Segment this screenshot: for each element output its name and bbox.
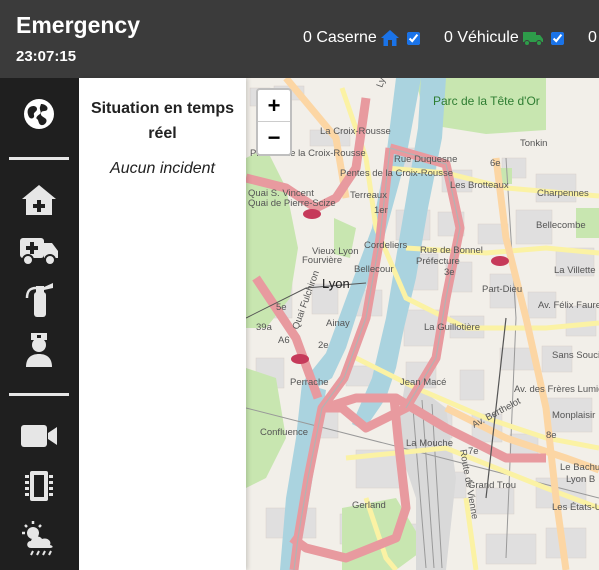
map-label: 5e — [276, 302, 287, 313]
sidebar-separator — [9, 157, 69, 160]
map-label: Ainay — [326, 318, 350, 329]
map[interactable]: Parc de la Tête d'Or La Croix-Rousse Pla… — [246, 78, 599, 570]
map-label: Bellecour — [354, 264, 394, 275]
map-tiles[interactable]: Parc de la Tête d'Or La Croix-Rousse Pla… — [246, 78, 599, 570]
map-label: La Mouche — [406, 438, 453, 449]
top-bar: Emergency 23:07:15 0 Caserne 0 Véhicule … — [0, 0, 599, 78]
map-label: 8e — [546, 430, 557, 441]
map-label: Sans Souci — [552, 350, 599, 361]
clock: 23:07:15 — [16, 48, 77, 65]
truck-icon — [522, 32, 543, 46]
weather-icon[interactable] — [17, 518, 61, 558]
extinguisher-icon[interactable] — [17, 279, 61, 319]
sidebar — [0, 78, 79, 570]
map-label: 1er — [374, 205, 388, 216]
map-label: Jean Macé — [400, 377, 446, 388]
map-label: Perrache — [290, 377, 329, 388]
zoom-control: + − — [256, 88, 292, 156]
map-label: 3e — [444, 267, 455, 278]
station-filter-checkbox[interactable] — [406, 31, 420, 45]
zoom-out-button[interactable]: − — [258, 122, 290, 153]
agent-icon[interactable] — [17, 329, 61, 369]
map-label: Rue Duquesne — [394, 154, 457, 165]
map-label: Quai de Pierre-Scize — [248, 198, 336, 209]
map-label: Charpennes — [537, 188, 589, 199]
map-label: Terreaux — [350, 190, 387, 201]
camera-icon[interactable] — [17, 416, 61, 456]
sidebar-separator — [9, 393, 69, 396]
map-label: Av. des Frères Lumière — [514, 384, 599, 395]
map-label: Tonkin — [520, 138, 547, 149]
map-label: Préfecture — [416, 256, 460, 267]
map-label: Lyon — [322, 276, 350, 291]
map-label: La Villette — [554, 265, 596, 276]
house-icon — [380, 30, 399, 46]
map-label: A6 — [278, 335, 290, 346]
station-counter: 0 Caserne — [303, 29, 420, 47]
map-label: 39a — [256, 322, 273, 333]
third-counter-label: 0 — [588, 29, 597, 46]
map-label: Cordeliers — [364, 240, 408, 251]
map-label: Confluence — [260, 427, 308, 438]
vehicle-counter: 0 Véhicule — [444, 29, 564, 47]
map-label: La Croix-Rousse — [320, 126, 391, 137]
empty-incidents-message: Aucun incident — [110, 160, 215, 177]
panel-title: Situation en temps réel — [90, 100, 235, 142]
incident-panel: Situation en temps réel Aucun incident — [79, 78, 246, 570]
map-label: 2e — [318, 340, 329, 351]
map-label: Gerland — [352, 500, 386, 511]
map-label: Bellecombe — [536, 220, 586, 231]
map-label: Parc de la Tête d'Or — [433, 94, 540, 108]
map-label: Rue de Bonnel — [420, 245, 483, 256]
map-label: La Guillotière — [424, 322, 480, 333]
app-title: Emergency — [16, 12, 141, 38]
map-label: Le Bachut — [560, 462, 599, 473]
sensor-icon[interactable] — [17, 466, 61, 506]
zoom-in-button[interactable]: + — [258, 90, 290, 122]
map-label: Les États-Unis — [552, 502, 599, 513]
map-label: 6e — [490, 158, 501, 169]
map-label: Les Brotteaux — [450, 180, 509, 191]
map-label: Part-Dieu — [482, 284, 522, 295]
vehicle-counter-label: 0 Véhicule — [444, 29, 519, 46]
map-label: Monplaisir — [552, 410, 595, 421]
ambulance-icon[interactable] — [17, 230, 61, 270]
map-label: Pentes de la Croix-Rousse — [340, 168, 453, 179]
vehicle-filter-checkbox[interactable] — [550, 31, 564, 45]
station-icon[interactable] — [17, 180, 61, 220]
globe-icon[interactable] — [17, 94, 61, 134]
map-label: Fourvière — [302, 255, 342, 266]
third-counter: 0 — [588, 29, 597, 47]
station-counter-label: 0 Caserne — [303, 29, 377, 46]
map-label: Av. Félix Faure — [538, 300, 599, 311]
map-label: Lyon B — [566, 474, 595, 485]
